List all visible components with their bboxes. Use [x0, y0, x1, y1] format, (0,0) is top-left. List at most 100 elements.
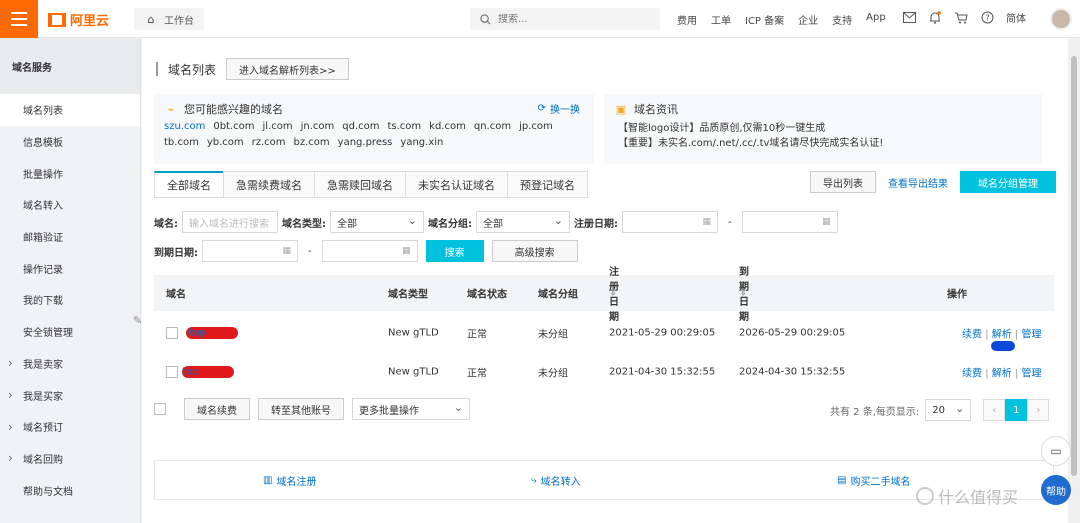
avatar[interactable]: [1050, 8, 1072, 30]
search-input[interactable]: [498, 13, 648, 25]
sidebar-item-security-lock[interactable]: 安全锁管理: [0, 316, 140, 348]
nav-enterprise[interactable]: 企业: [798, 12, 818, 27]
nav-app[interactable]: App: [866, 12, 886, 27]
sidebar-item-op-log[interactable]: 操作记录: [0, 252, 140, 284]
name-input[interactable]: 输入域名进行搜索: [182, 211, 278, 233]
bulk-transfer-button[interactable]: 转至其他账号: [258, 398, 344, 420]
nav-support[interactable]: 支持: [832, 12, 852, 27]
prev-page-button[interactable]: ‹: [983, 399, 1006, 421]
suggested-domain[interactable]: yb.com: [207, 136, 244, 150]
suggested-domain[interactable]: szu.com: [164, 120, 205, 134]
tab-all[interactable]: 全部域名: [154, 171, 224, 197]
row-checkbox[interactable]: [166, 327, 178, 339]
tab-unverified[interactable]: 未实名认证域名: [405, 171, 508, 197]
bulk-renew-button[interactable]: 域名续费: [184, 398, 250, 420]
nav-icp[interactable]: ICP 备案: [745, 12, 784, 27]
nav-fee[interactable]: 费用: [677, 12, 697, 27]
sidebar-item-help-docs[interactable]: 帮助与文档: [0, 474, 140, 506]
exp-date-end[interactable]: ▦: [321, 240, 418, 262]
help-icon[interactable]: ?: [980, 11, 994, 25]
logo[interactable]: 阿里云: [48, 10, 109, 29]
col-ops: 操作: [947, 289, 967, 301]
sidebar-item-batch-ops[interactable]: 批量操作: [0, 157, 140, 189]
manage-link[interactable]: 管理: [1022, 330, 1042, 341]
reg-date-label: 注册日期:: [574, 218, 618, 230]
nav-ticket[interactable]: 工单: [711, 12, 731, 27]
register-link[interactable]: ▥ 域名注册: [263, 473, 316, 488]
sidebar-item-transfer-in[interactable]: 域名转入: [0, 189, 140, 221]
search-button[interactable]: 搜索: [425, 240, 484, 262]
exp-date-start[interactable]: ▦: [202, 240, 298, 262]
message-icon[interactable]: [902, 11, 916, 25]
suggested-domain[interactable]: yang.press: [338, 136, 393, 150]
advanced-search-button[interactable]: 高级搜索: [491, 240, 578, 262]
chat-icon[interactable]: ▭: [1041, 436, 1071, 466]
page-size-select[interactable]: 20 ⌄: [925, 399, 972, 421]
language-switch[interactable]: 简体: [1006, 10, 1026, 25]
export-button[interactable]: 导出列表: [810, 171, 876, 193]
renew-link[interactable]: 续费: [962, 369, 982, 380]
suggested-domain[interactable]: 0bt.com: [213, 120, 254, 134]
select-all-checkbox[interactable]: [154, 403, 166, 415]
sidebar-item-buyer[interactable]: 我是买家: [0, 379, 140, 411]
bell-icon[interactable]: [928, 11, 942, 25]
page-1-button[interactable]: 1: [1005, 399, 1028, 421]
suggested-domain[interactable]: qn.com: [474, 120, 511, 134]
type-select[interactable]: 全部 ⌄: [330, 211, 424, 233]
interest-panel: ⌁ 您可能感兴趣的域名 ⟳ 换一换 szu.com 0bt.com jl.com…: [154, 94, 594, 164]
op-separator: |: [985, 329, 989, 341]
resolve-link[interactable]: 解析: [992, 330, 1012, 341]
suggested-domain[interactable]: bz.com: [294, 136, 330, 150]
dns-list-button[interactable]: 进入域名解析列表>>: [226, 58, 349, 80]
resolve-link[interactable]: 解析: [992, 369, 1012, 380]
help-float-button[interactable]: 帮助: [1041, 475, 1071, 505]
group-manage-button[interactable]: 域名分组管理: [960, 171, 1056, 193]
tab-preregistered[interactable]: 预登记域名: [507, 171, 588, 197]
news-item[interactable]: 【重要】未实名.com/.net/.cc/.tv域名请尽快完成实名认证!: [618, 136, 883, 151]
row-checkbox[interactable]: [166, 366, 178, 378]
sidebar-item-downloads[interactable]: 我的下载: [0, 284, 140, 316]
sidebar-item-info-template[interactable]: 信息模板: [0, 126, 140, 158]
suggested-domain[interactable]: kd.com: [429, 120, 466, 134]
suggested-domain[interactable]: jl.com: [263, 120, 293, 134]
suggested-domain[interactable]: jp.com: [519, 120, 553, 134]
tab-redeem-urgent[interactable]: 急需赎回域名: [314, 171, 406, 197]
sidebar-item-seller[interactable]: 我是卖家: [0, 348, 140, 380]
menu-icon[interactable]: [0, 0, 38, 38]
chevron-down-icon: ⌄: [453, 401, 463, 414]
sidebar-item-domain-list[interactable]: 域名列表: [0, 94, 140, 126]
tab-renew-urgent[interactable]: 急需续费域名: [223, 171, 315, 197]
scrollbar-thumb[interactable]: [1071, 56, 1077, 476]
news-panel: ▣ 域名资讯 【智能logo设计】品质原创,仅需10秒一键生成 【重要】未实名.…: [604, 94, 1042, 164]
suggested-domain[interactable]: jn.com: [301, 120, 335, 134]
reg-date-end[interactable]: ▦: [741, 211, 838, 233]
sidebar-item-buyback[interactable]: 域名回购: [0, 443, 140, 475]
next-page-button[interactable]: ›: [1027, 399, 1050, 421]
news-title: 域名资讯: [634, 103, 678, 116]
suggested-domain[interactable]: rz.com: [252, 136, 286, 150]
manage-link[interactable]: 管理: [1022, 369, 1042, 380]
search-box[interactable]: [470, 8, 660, 30]
suggested-domain[interactable]: ts.com: [388, 120, 422, 134]
cart-icon[interactable]: [954, 11, 968, 25]
collapse-handle-icon[interactable]: ✎: [133, 314, 142, 327]
workbench-button[interactable]: ⌂ 工作台: [134, 8, 204, 30]
reg-date-start[interactable]: ▦: [622, 211, 718, 233]
suggested-domain[interactable]: qd.com: [342, 120, 379, 134]
transfer-in-link[interactable]: ⤷ 域名转入: [531, 473, 581, 488]
filter-row-2: 到期日期: ▦ - ▦ 搜索 高级搜索: [154, 240, 578, 262]
suggested-domain[interactable]: yang.xin: [400, 136, 443, 150]
group-select[interactable]: 全部 ⌄: [476, 211, 570, 233]
renew-link[interactable]: 续费: [962, 330, 982, 341]
view-export-link[interactable]: 查看导出结果: [888, 175, 948, 190]
refresh-button[interactable]: ⟳ 换一换: [538, 101, 580, 116]
sidebar-item-email-verify[interactable]: 邮箱验证: [0, 221, 140, 253]
buy-second-link[interactable]: ▤ 购买二手域名: [837, 473, 910, 488]
suggested-domain[interactable]: tb.com: [164, 136, 199, 150]
sidebar-item-preorder[interactable]: 域名预订: [0, 411, 140, 443]
row-status: 正常: [467, 329, 487, 341]
chevron-down-icon: ⌄: [553, 214, 563, 227]
interest-title: 您可能感兴趣的域名: [184, 103, 283, 116]
more-bulk-select[interactable]: 更多批量操作 ⌄: [352, 398, 470, 420]
news-item[interactable]: 【智能logo设计】品质原创,仅需10秒一键生成: [618, 121, 883, 136]
